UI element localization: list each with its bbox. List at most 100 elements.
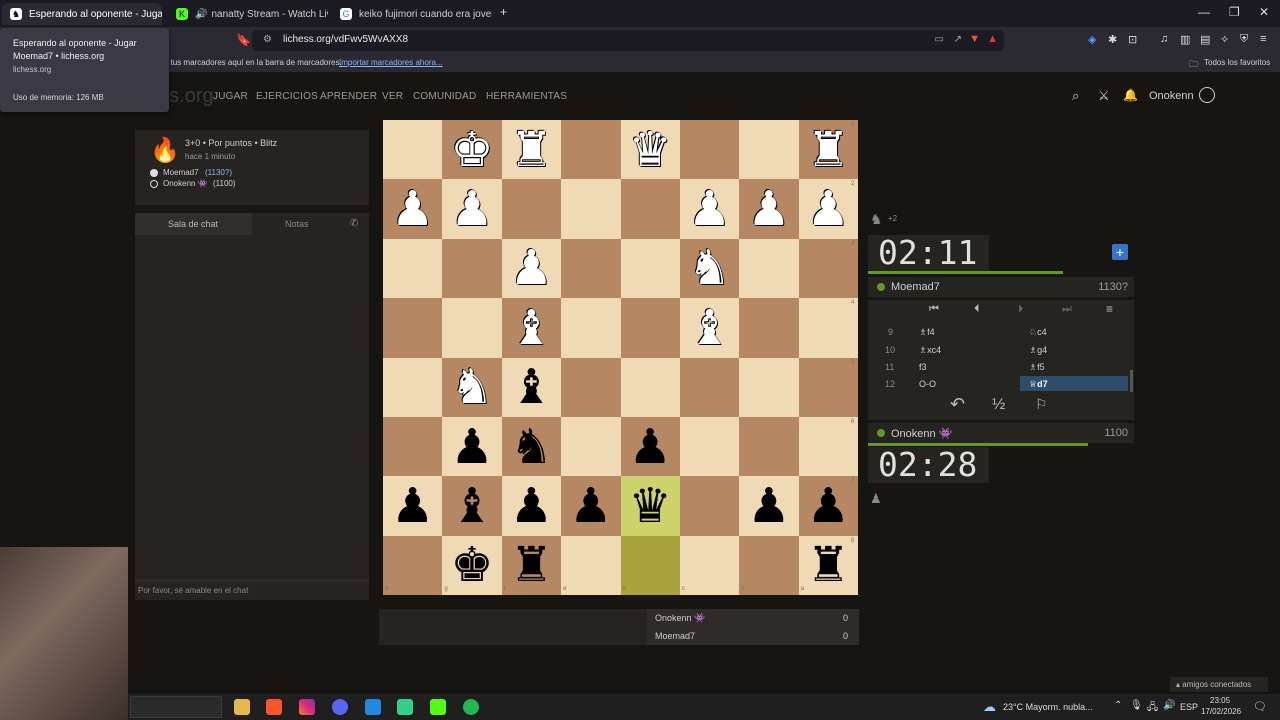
board-square[interactable]: ♟ xyxy=(561,476,621,536)
user-menu[interactable]: Onokenn xyxy=(1149,90,1194,102)
white-pawn-icon[interactable]: ♟ xyxy=(510,244,553,292)
user-avatar-icon[interactable] xyxy=(1199,87,1215,103)
all-bookmarks-link[interactable]: Todos los favoritos xyxy=(1204,58,1270,67)
extensions-icon[interactable]: ✱ xyxy=(1108,33,1117,46)
board-square[interactable]: ♟ xyxy=(620,416,680,477)
board-square[interactable]: ♛ xyxy=(620,476,680,536)
tab-kick[interactable]: K 🔊 nanatty Stream - Watch Live on K... xyxy=(168,3,328,25)
import-bookmarks-link[interactable]: Importar marcadores ahora... xyxy=(339,58,443,67)
white-pawn-icon[interactable]: ♟ xyxy=(747,185,790,233)
nav-aprender[interactable]: APRENDER xyxy=(320,91,377,102)
friends-online-button[interactable]: ▴ amigos conectados xyxy=(1170,677,1268,692)
board-square[interactable] xyxy=(739,238,799,299)
board-square[interactable] xyxy=(620,238,680,299)
board-square[interactable]: ♟ xyxy=(739,476,799,536)
brave-shields-icon[interactable]: ▼ xyxy=(969,33,980,45)
board-square[interactable] xyxy=(739,298,799,358)
white-pawn-icon[interactable]: ♟ xyxy=(688,185,731,233)
my-name[interactable]: Onokenn 👾 xyxy=(891,427,952,440)
board-square[interactable] xyxy=(561,535,621,595)
board-square[interactable] xyxy=(442,298,502,358)
takeback-icon[interactable]: ↶ xyxy=(950,394,965,415)
move-black[interactable]: ♘c4 xyxy=(1029,327,1047,338)
black-king-icon[interactable]: ♚ xyxy=(451,541,494,589)
board-square[interactable] xyxy=(679,120,740,180)
black-queen-icon[interactable]: ♛ xyxy=(629,482,672,530)
board-square[interactable] xyxy=(561,120,621,180)
board-square[interactable]: ♜ xyxy=(501,535,562,595)
next-move-icon[interactable]: ⏵ xyxy=(1018,303,1024,316)
board-square[interactable] xyxy=(442,238,502,299)
add-time-button[interactable]: + xyxy=(1112,244,1128,260)
board-square[interactable] xyxy=(620,179,680,239)
board-square[interactable] xyxy=(561,357,621,417)
board-square[interactable]: ♞ xyxy=(442,357,502,417)
board-square[interactable]: ♛ xyxy=(620,120,680,180)
board-square[interactable]: ♟ xyxy=(798,476,858,536)
board-square[interactable] xyxy=(739,120,799,180)
board-square[interactable] xyxy=(739,357,799,417)
board-square[interactable] xyxy=(620,535,680,595)
notifications-icon[interactable]: 🔔 xyxy=(1123,88,1138,102)
notification-center-icon[interactable]: 🗨 xyxy=(1253,700,1267,713)
white-queen-icon[interactable]: ♛ xyxy=(629,126,672,174)
black-pawn-icon[interactable]: ♟ xyxy=(747,482,790,530)
clock-date[interactable]: 17/02/2026 xyxy=(1201,707,1241,716)
board-square[interactable] xyxy=(798,416,858,477)
new-tab-icon[interactable]: + xyxy=(500,5,507,19)
board-square[interactable] xyxy=(679,535,740,595)
board-square[interactable] xyxy=(798,357,858,417)
board-square[interactable] xyxy=(383,120,443,180)
black-pawn-icon[interactable]: ♟ xyxy=(391,482,434,530)
board-square[interactable] xyxy=(739,416,799,477)
black-rook-icon[interactable]: ♜ xyxy=(510,541,553,589)
move-black[interactable]: ♗g4 xyxy=(1029,345,1047,356)
spotify-icon[interactable] xyxy=(463,699,479,715)
app-icon[interactable] xyxy=(397,699,413,715)
black-pawn-icon[interactable]: ♟ xyxy=(629,423,672,471)
board-square[interactable] xyxy=(679,416,740,477)
nav-comunidad[interactable]: COMUNIDAD xyxy=(413,91,476,102)
vpn-icon[interactable]: ⛨ xyxy=(1240,33,1248,46)
network-icon[interactable]: 🖧 xyxy=(1147,700,1158,717)
board-square[interactable] xyxy=(620,357,680,417)
language-indicator[interactable]: ESP xyxy=(1180,702,1198,712)
board-square[interactable]: ♟ xyxy=(798,179,858,239)
weather-text[interactable]: 23°C Mayorm. nubla... xyxy=(1003,702,1093,712)
menu-icon[interactable]: ≡ xyxy=(1260,33,1266,45)
last-move-icon[interactable]: ⏭ xyxy=(1062,303,1072,316)
board-square[interactable]: ♟ xyxy=(383,179,443,239)
board-square[interactable]: ♞ xyxy=(679,238,740,299)
move-white[interactable]: ♗f4 xyxy=(919,327,935,338)
board-square[interactable] xyxy=(620,298,680,358)
board-square[interactable] xyxy=(561,238,621,299)
board-square[interactable]: ♝ xyxy=(501,357,562,417)
black-pawn-icon[interactable]: ♟ xyxy=(451,423,494,471)
board-square[interactable]: ♜ xyxy=(798,535,858,595)
nav-ver[interactable]: VER xyxy=(382,91,403,102)
white-rook-icon[interactable]: ♜ xyxy=(510,126,553,174)
nav-herramientas[interactable]: HERRAMIENTAS xyxy=(486,91,567,102)
wallet2-icon[interactable]: ▤ xyxy=(1200,33,1210,46)
search-icon[interactable]: ⌕ xyxy=(1072,88,1079,104)
tab-chat[interactable]: Sala de chat xyxy=(135,213,252,235)
board-square[interactable]: ♝ xyxy=(501,298,562,358)
board-square[interactable]: ♟ xyxy=(739,179,799,239)
board-square[interactable] xyxy=(739,535,799,595)
screenshot-icon[interactable]: ⊡ xyxy=(1128,33,1137,46)
taskbar-search-box[interactable] xyxy=(130,696,222,718)
wallet-icon[interactable]: ◈ xyxy=(1088,33,1096,46)
move-black-current[interactable]: ♕d7 xyxy=(1029,379,1048,390)
black-bishop-icon[interactable]: ♝ xyxy=(451,482,494,530)
white-king-icon[interactable]: ♚ xyxy=(451,126,494,174)
close-window-icon[interactable]: ✕ xyxy=(1259,5,1269,19)
board-square[interactable]: ♟ xyxy=(679,179,740,239)
chat-input[interactable]: Por favor, sé amable en el chat xyxy=(135,580,369,600)
file-explorer-icon[interactable] xyxy=(234,699,250,715)
brave-browser-icon[interactable] xyxy=(266,699,282,715)
board-square[interactable]: ♟ xyxy=(501,238,562,299)
board-square[interactable] xyxy=(679,357,740,417)
board-square[interactable] xyxy=(383,535,443,595)
opponent-name[interactable]: Moemad7 xyxy=(891,281,940,293)
white-pawn-icon[interactable]: ♟ xyxy=(451,185,494,233)
